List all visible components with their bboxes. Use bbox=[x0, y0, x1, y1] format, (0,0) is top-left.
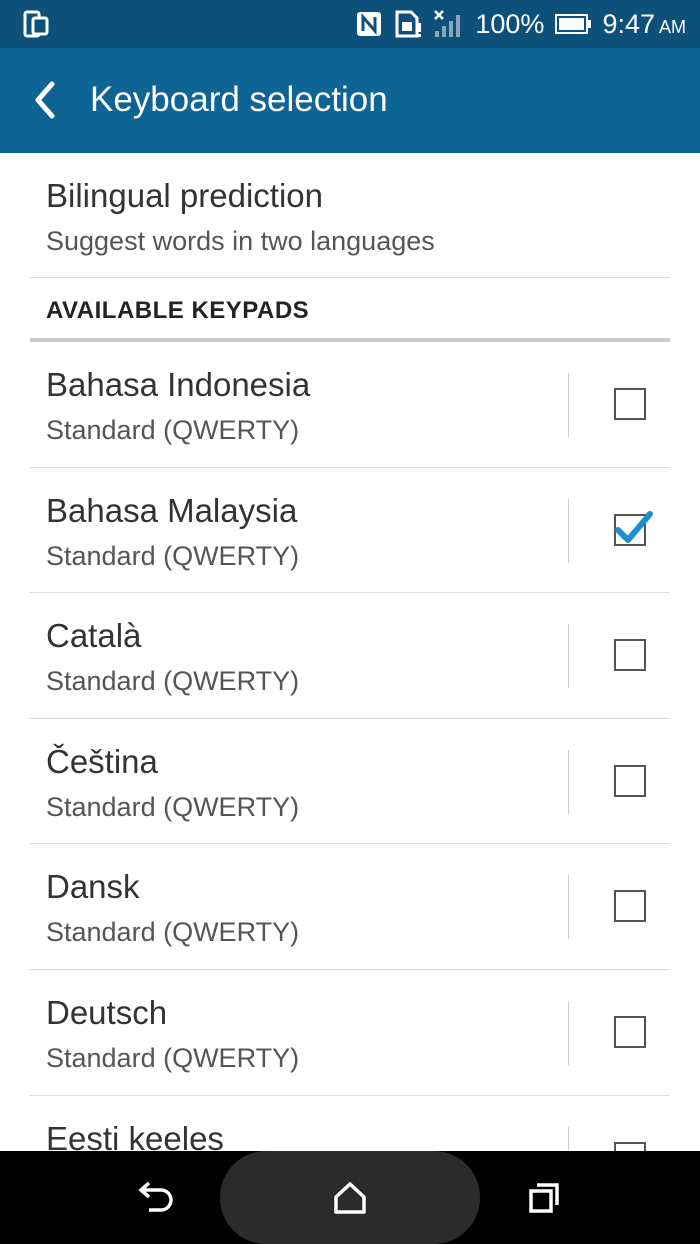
chevron-left-icon bbox=[35, 81, 55, 119]
keypad-checkbox[interactable] bbox=[614, 639, 646, 672]
keypad-name: Bahasa Malaysia bbox=[46, 491, 298, 529]
clock: 9:47 AM bbox=[602, 9, 686, 40]
nav-recent-apps-button[interactable] bbox=[500, 1151, 590, 1244]
keypad-layout: Standard (QWERTY) bbox=[46, 540, 300, 571]
keypad-checkbox[interactable] bbox=[614, 510, 653, 546]
checkmark-icon bbox=[615, 510, 653, 543]
app-bar: Keyboard selection bbox=[0, 48, 700, 153]
row-divider bbox=[568, 624, 569, 689]
recent-apps-icon bbox=[529, 1182, 559, 1213]
keypad-name: Eesti keeles bbox=[46, 1119, 224, 1151]
row-divider bbox=[568, 749, 569, 814]
status-bar: 100% 9:47 AM bbox=[0, 0, 700, 48]
back-arrow-icon bbox=[138, 1181, 173, 1212]
settings-content: Bilingual prediction Suggest words in tw… bbox=[0, 153, 700, 1151]
keypad-row[interactable]: Bahasa Indonesia Standard (QWERTY) bbox=[30, 342, 670, 468]
row-divider bbox=[568, 498, 569, 563]
row-divider bbox=[568, 1000, 569, 1065]
phone-screen-icon bbox=[22, 10, 50, 38]
nfc-icon bbox=[357, 12, 382, 36]
keypad-list: Bahasa Indonesia Standard (QWERTY) Bahasa … bbox=[30, 342, 670, 1151]
keypad-name: Deutsch bbox=[46, 993, 168, 1031]
page-title: Keyboard selection bbox=[90, 80, 388, 119]
section-header-label: AVAILABLE KEYPADS bbox=[46, 297, 310, 324]
nav-home-button[interactable] bbox=[220, 1151, 480, 1244]
setting-title: Bilingual prediction bbox=[46, 177, 324, 214]
home-icon bbox=[334, 1181, 366, 1214]
keypad-checkbox[interactable] bbox=[614, 388, 646, 420]
row-divider bbox=[568, 1126, 569, 1151]
keypad-name: Bahasa Indonesia bbox=[46, 366, 311, 403]
keypad-checkbox[interactable] bbox=[614, 764, 646, 797]
clock-ampm: AM bbox=[659, 16, 686, 37]
keypad-layout: Standard (QWERTY) bbox=[46, 917, 300, 948]
nav-back-button[interactable] bbox=[110, 1151, 200, 1244]
keypad-row[interactable]: Català Standard (QWERTY) bbox=[30, 593, 670, 719]
keypad-name: Dansk bbox=[46, 868, 140, 906]
keypad-layout: Standard (QWERTY) bbox=[46, 415, 300, 445]
keypad-layout: Standard (QWERTY) bbox=[46, 791, 300, 822]
row-divider bbox=[568, 875, 569, 940]
keypad-row[interactable]: Bahasa Malaysia Standard (QWERTY) bbox=[30, 468, 670, 594]
bilingual-prediction-setting[interactable]: Bilingual prediction Suggest words in tw… bbox=[30, 153, 670, 278]
row-divider bbox=[568, 373, 569, 437]
signal-icon bbox=[434, 10, 461, 37]
section-header: AVAILABLE KEYPADS bbox=[30, 279, 670, 342]
keypad-layout: Standard (QWERTY) bbox=[46, 1042, 300, 1073]
clock-time: 9:47 bbox=[602, 8, 655, 39]
keypad-checkbox[interactable] bbox=[614, 1141, 646, 1151]
setting-summary: Suggest words in two languages bbox=[46, 226, 435, 256]
battery-icon bbox=[555, 14, 592, 34]
battery-percent: 100% bbox=[475, 8, 545, 39]
keypad-row[interactable]: Dansk Standard (QWERTY) bbox=[30, 844, 670, 970]
sim-card-icon bbox=[395, 10, 422, 38]
back-button[interactable] bbox=[24, 78, 68, 122]
keypad-checkbox[interactable] bbox=[614, 890, 646, 923]
keypad-row[interactable]: Deutsch Standard (QWERTY) bbox=[30, 970, 670, 1096]
keypad-name: Čeština bbox=[46, 742, 158, 780]
navigation-bar bbox=[0, 1151, 700, 1244]
keypad-layout: Standard (QWERTY) bbox=[46, 666, 300, 697]
keypad-row[interactable]: Čeština Standard (QWERTY) bbox=[30, 719, 670, 845]
keypad-name: Català bbox=[46, 617, 142, 655]
keypad-checkbox[interactable] bbox=[614, 1015, 646, 1048]
keypad-row[interactable]: Eesti keelesStandard (QWERTY) bbox=[30, 1096, 670, 1151]
